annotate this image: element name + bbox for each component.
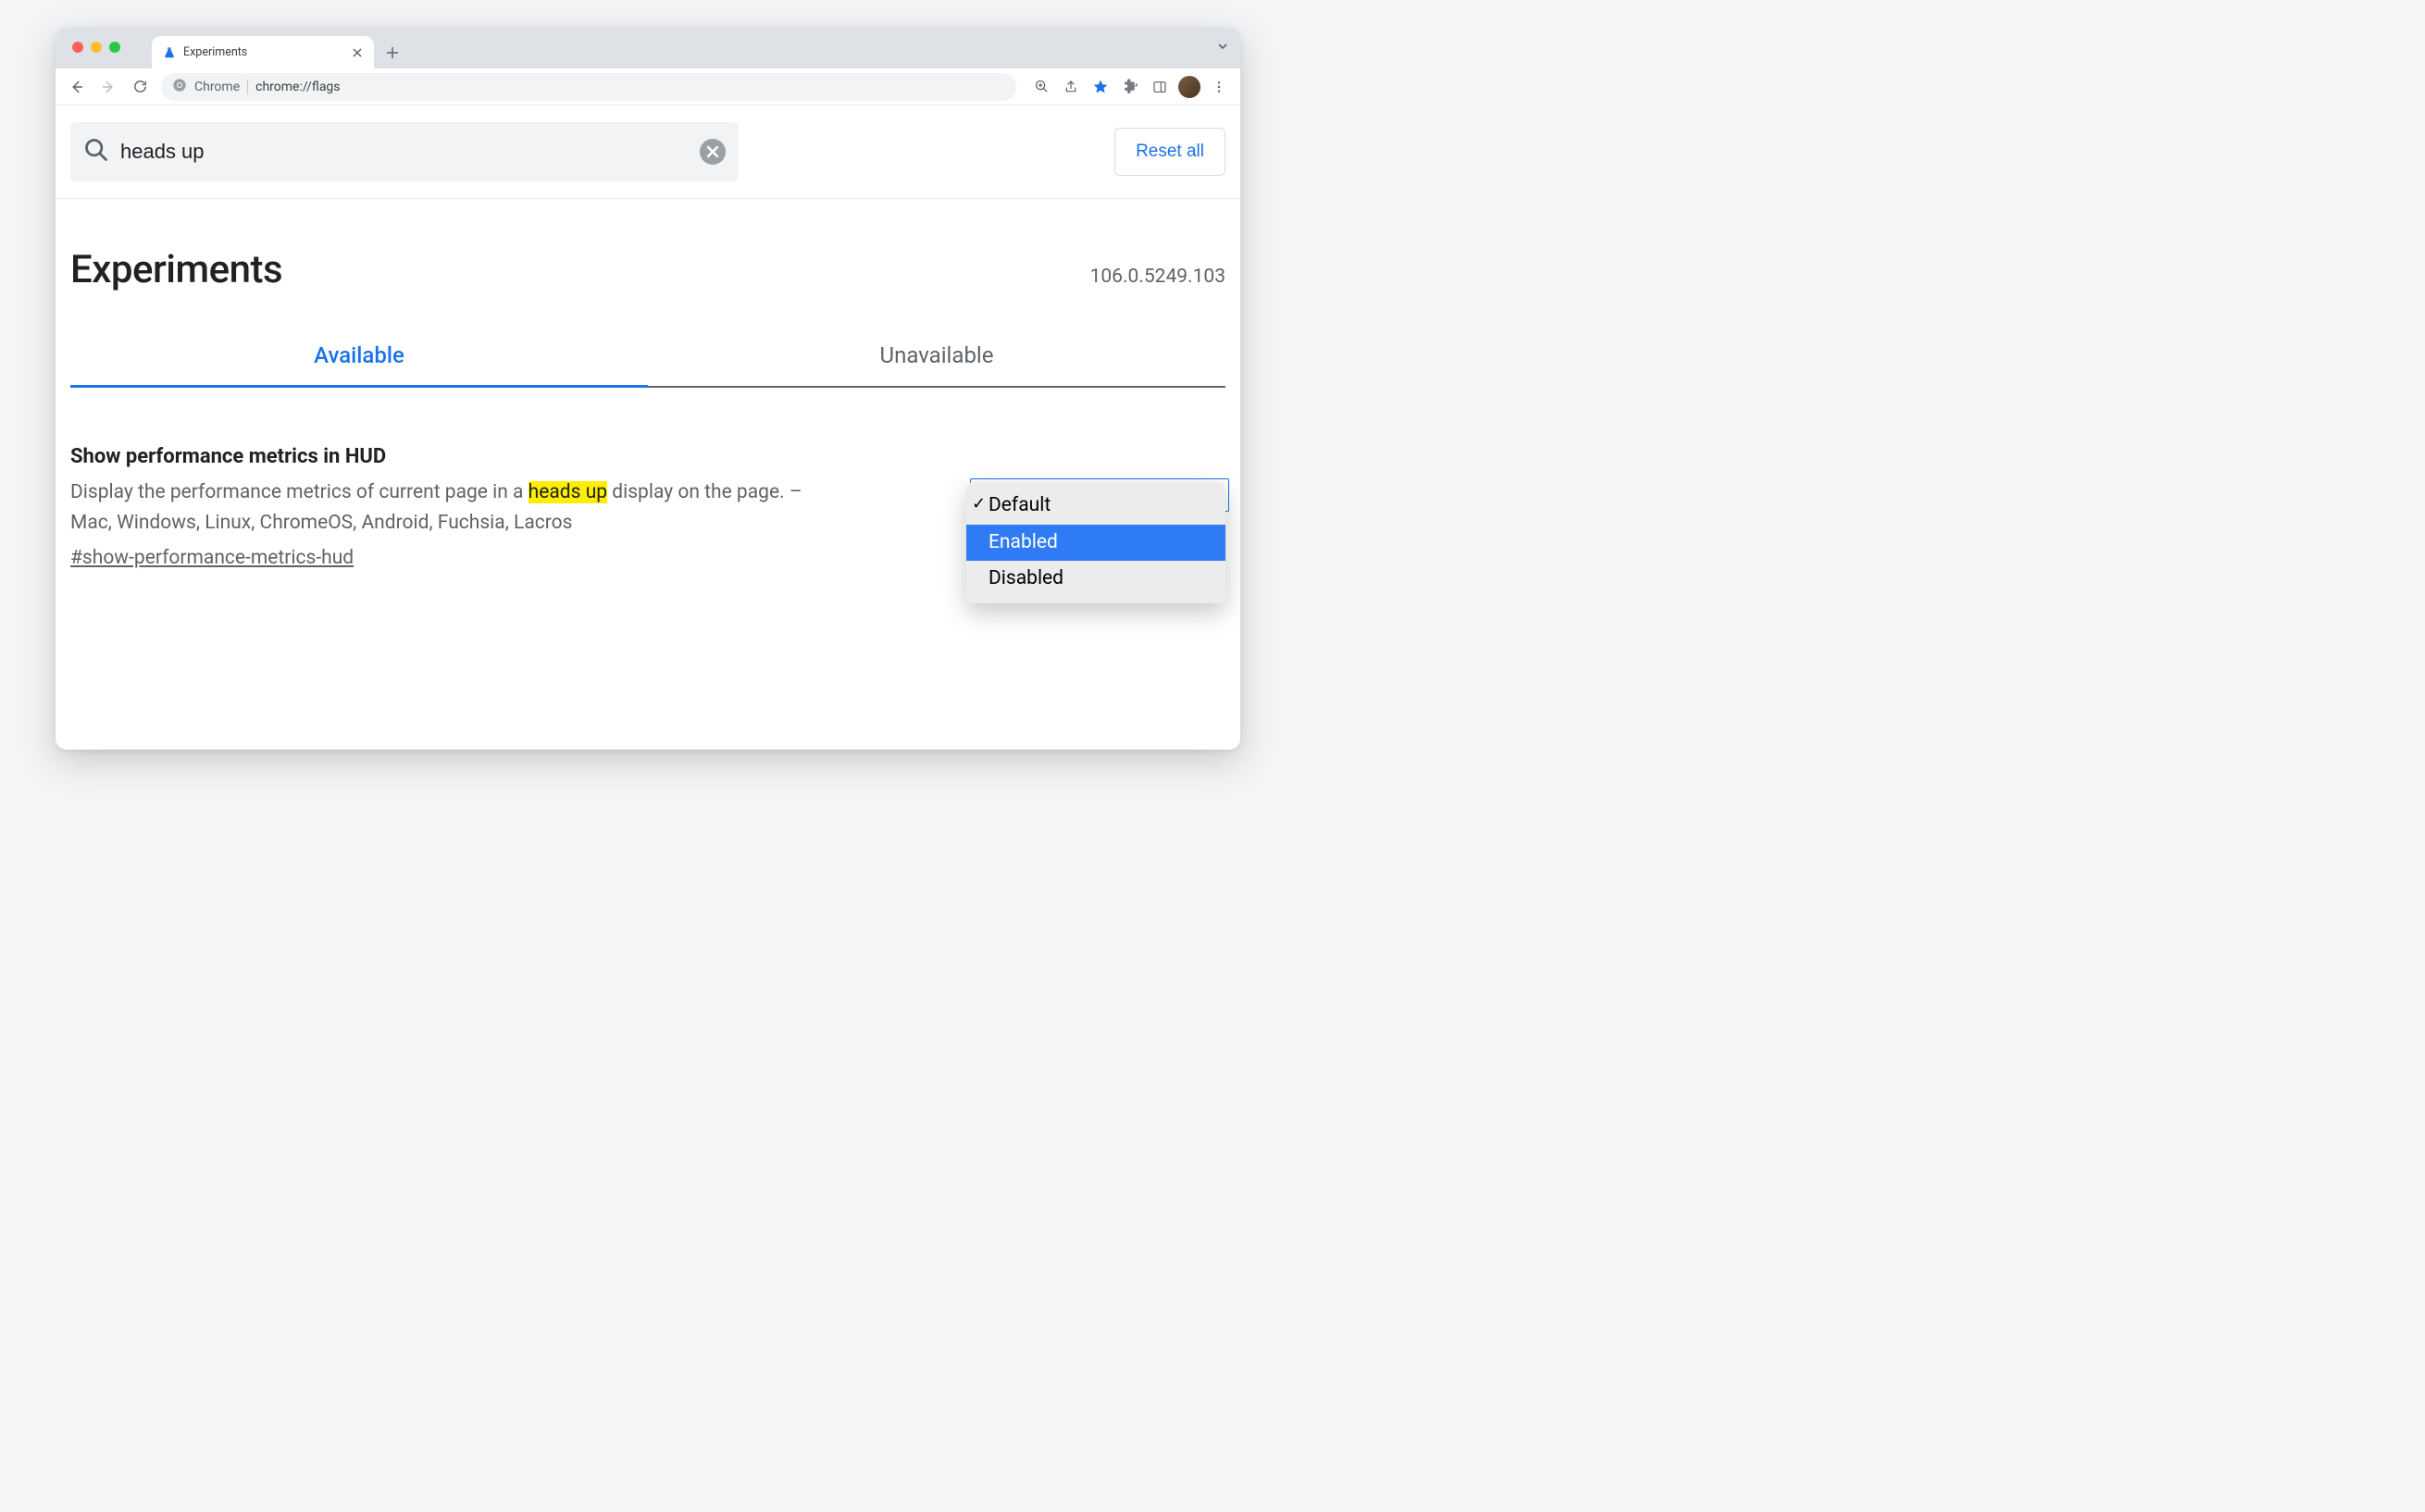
tab-unavailable[interactable]: Unavailable bbox=[648, 329, 1225, 388]
fullscreen-window-button[interactable] bbox=[109, 42, 120, 53]
chrome-icon bbox=[172, 78, 187, 96]
reset-all-button[interactable]: Reset all bbox=[1114, 128, 1225, 176]
profile-avatar[interactable] bbox=[1175, 73, 1203, 101]
omnibox-chip: Chrome bbox=[194, 80, 240, 94]
kebab-menu-icon[interactable] bbox=[1205, 73, 1233, 101]
search-icon bbox=[83, 137, 109, 167]
omnibox-divider bbox=[247, 80, 248, 94]
address-bar[interactable]: Chrome chrome://flags bbox=[161, 73, 1016, 101]
flag-title: Show performance metrics in HUD bbox=[70, 445, 929, 468]
flag-desc-pre: Display the performance metrics of curre… bbox=[70, 481, 529, 503]
forward-button[interactable] bbox=[94, 73, 122, 101]
search-highlight: heads up bbox=[529, 481, 607, 503]
extensions-icon[interactable] bbox=[1116, 73, 1144, 101]
minimize-window-button[interactable] bbox=[91, 42, 102, 53]
window-controls bbox=[72, 42, 120, 53]
flag-anchor-link[interactable]: #show-performance-metrics-hud bbox=[70, 547, 354, 569]
back-button[interactable] bbox=[63, 73, 91, 101]
omnibox-url: chrome://flags bbox=[255, 80, 340, 94]
flags-body: Experiments 106.0.5249.103 Available Una… bbox=[56, 199, 1240, 606]
option-disabled[interactable]: Disabled bbox=[966, 561, 1225, 598]
search-field-wrap bbox=[70, 122, 739, 181]
close-window-button[interactable] bbox=[72, 42, 83, 53]
flag-item: Show performance metrics in HUD Display … bbox=[70, 445, 1225, 569]
tab-available[interactable]: Available bbox=[70, 329, 648, 388]
browser-window: Experiments Chrome chrome:/ bbox=[56, 28, 1240, 750]
browser-tab[interactable]: Experiments bbox=[152, 36, 374, 68]
option-default[interactable]: Default bbox=[966, 488, 1225, 525]
new-tab-button[interactable] bbox=[379, 40, 405, 66]
tab-strip: Experiments bbox=[56, 28, 1240, 68]
bookmark-star-icon[interactable] bbox=[1087, 73, 1114, 101]
page-title: Experiments bbox=[70, 247, 282, 292]
option-enabled[interactable]: Enabled bbox=[966, 525, 1225, 562]
flask-icon bbox=[163, 46, 176, 59]
reload-button[interactable] bbox=[126, 73, 154, 101]
flag-tabs: Available Unavailable bbox=[70, 329, 1225, 388]
tab-title: Experiments bbox=[183, 45, 342, 59]
flags-header: Reset all bbox=[56, 105, 1240, 199]
toolbar: Chrome chrome://flags bbox=[56, 68, 1240, 105]
clear-search-button[interactable] bbox=[700, 139, 726, 165]
close-tab-button[interactable] bbox=[350, 45, 365, 60]
flags-page: Reset all Experiments 106.0.5249.103 Ava… bbox=[56, 105, 1240, 750]
flag-dropdown: Default Enabled Disabled bbox=[966, 482, 1225, 603]
side-panel-icon[interactable] bbox=[1146, 73, 1174, 101]
tab-overflow-button[interactable] bbox=[1216, 39, 1229, 56]
search-input[interactable] bbox=[120, 140, 689, 164]
share-icon[interactable] bbox=[1057, 73, 1085, 101]
zoom-icon[interactable] bbox=[1027, 73, 1055, 101]
chrome-version: 106.0.5249.103 bbox=[1090, 266, 1225, 288]
flag-description: Display the performance metrics of curre… bbox=[70, 477, 839, 538]
toolbar-actions bbox=[1027, 73, 1233, 101]
